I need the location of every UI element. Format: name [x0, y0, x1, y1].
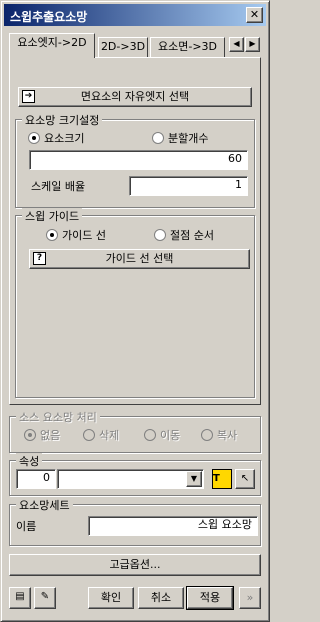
radio-unchecked-icon: [201, 429, 213, 441]
advanced-options-button[interactable]: 고급옵션...: [9, 554, 261, 576]
window-title: 스윕추출요소망: [10, 10, 88, 24]
tab-scroll-right[interactable]: ▶: [245, 37, 260, 52]
mesh-set-group-title: 요소망세트: [16, 497, 73, 513]
property-group: 속성 0 ▼ T ↖: [9, 453, 261, 496]
radio-unchecked-icon: [83, 429, 95, 441]
option-division-count[interactable]: 분할개수: [152, 132, 208, 146]
ok-button[interactable]: 확인: [88, 587, 134, 609]
option-source-delete-label: 삭제: [99, 429, 120, 442]
option-guide-line[interactable]: 가이드 선: [46, 229, 106, 243]
radio-unchecked-icon: [144, 429, 156, 441]
radio-checked-icon: [28, 132, 40, 144]
tab-label: 요소면->3D: [157, 40, 217, 53]
arrow-select-icon: ➔: [22, 90, 35, 103]
mesh-set-name-input[interactable]: 스윕 요소망: [88, 516, 258, 536]
option-source-copy[interactable]: 복사: [201, 429, 237, 443]
sweep-guide-group: 스윕 가이드 가이드 선 절점 순서 ? 가이드 선 선택: [15, 208, 255, 398]
radio-unchecked-icon: [154, 229, 166, 241]
select-free-edge-button[interactable]: ➔ 면요소의 자유엣지 선택: [18, 87, 252, 107]
tab-label: 2D->3D: [100, 40, 146, 53]
option-node-order-label: 절점 순서: [170, 229, 214, 242]
tab-scroll-left[interactable]: ◀: [229, 37, 244, 52]
element-size-input[interactable]: 60: [29, 150, 248, 170]
select-free-edge-label: 면요소의 자유엣지 선택: [80, 90, 190, 103]
property-pick-button[interactable]: ↖: [235, 469, 255, 489]
title-bar[interactable]: 스윕추출요소망 ✕: [4, 4, 266, 26]
property-number-input[interactable]: 0: [16, 469, 56, 489]
property-table-button[interactable]: T: [212, 469, 232, 489]
tab-strip: 요소엣지->2D 2D->3D 요소면->3D ◀ ▶: [9, 33, 261, 58]
option-source-move[interactable]: 이동: [144, 429, 180, 443]
mesh-set-group: 요소망세트 이름 스윕 요소망: [9, 497, 261, 546]
tab-element-face-3d[interactable]: 요소면->3D: [150, 37, 225, 57]
expand-button[interactable]: »: [239, 587, 261, 609]
triangle-left-icon: ◀: [233, 39, 240, 48]
double-chevron-right-icon: »: [246, 591, 254, 604]
select-guide-line-button[interactable]: ? 가이드 선 선택: [29, 249, 250, 269]
ok-label: 확인: [100, 591, 122, 604]
export-icon: ▤: [15, 591, 25, 602]
apply-label: 적용: [199, 591, 221, 604]
eraser-button[interactable]: ✎: [34, 587, 56, 609]
option-source-copy-label: 복사: [217, 429, 238, 442]
tab-element-edge-2d[interactable]: 요소엣지->2D: [9, 33, 95, 58]
cancel-label: 취소: [150, 591, 172, 604]
radio-checked-icon: [46, 229, 58, 241]
source-mesh-group: 소스 요소망 처리 없음 삭제 이동 복사: [9, 409, 261, 453]
apply-button[interactable]: 적용: [186, 586, 234, 610]
triangle-right-icon: ▶: [249, 39, 256, 48]
export-button[interactable]: ▤: [9, 587, 31, 609]
radio-checked-icon: [24, 429, 36, 441]
eraser-icon: ✎: [40, 591, 50, 602]
scale-label: 스케일 배율: [31, 180, 86, 193]
mesh-size-group-title: 요소망 크기설정: [22, 112, 103, 128]
option-source-none-label: 없음: [40, 429, 61, 442]
cursor-arrow-icon: ↖: [240, 473, 250, 484]
property-combo[interactable]: ▼: [57, 469, 204, 489]
dialog-window: 스윕추출요소망 ✕ 요소엣지->2D 2D->3D 요소면->3D ◀ ▶ ➔ …: [0, 0, 270, 622]
option-division-count-label: 분할개수: [168, 132, 209, 145]
close-icon: ✕: [249, 8, 260, 21]
question-icon: ?: [33, 252, 46, 265]
option-source-move-label: 이동: [160, 429, 181, 442]
advanced-options-label: 고급옵션...: [109, 558, 161, 571]
sweep-guide-group-title: 스윕 가이드: [22, 208, 83, 224]
option-guide-line-label: 가이드 선: [62, 229, 106, 242]
tab-panel: ➔ 면요소의 자유엣지 선택 요소망 크기설정 요소크기 분할개수 60 스케일…: [9, 57, 261, 405]
option-node-order[interactable]: 절점 순서: [154, 229, 214, 243]
combo-dropdown-button[interactable]: ▼: [186, 471, 202, 487]
scale-input[interactable]: 1: [129, 176, 248, 196]
tab-2d-3d[interactable]: 2D->3D: [98, 37, 148, 57]
t-icon: T: [213, 473, 220, 484]
source-mesh-group-title: 소스 요소망 처리: [16, 409, 100, 425]
tab-label: 요소엣지->2D: [17, 36, 87, 49]
cancel-button[interactable]: 취소: [138, 587, 184, 609]
option-source-delete[interactable]: 삭제: [83, 429, 119, 443]
option-element-size[interactable]: 요소크기: [28, 132, 84, 146]
mesh-set-name-label: 이름: [16, 520, 37, 533]
close-button[interactable]: ✕: [246, 7, 263, 23]
option-source-none[interactable]: 없음: [24, 429, 60, 443]
option-element-size-label: 요소크기: [44, 132, 85, 145]
chevron-down-icon: ▼: [190, 474, 198, 483]
mesh-size-group: 요소망 크기설정 요소크기 분할개수 60 스케일 배율 1: [15, 112, 255, 208]
select-guide-line-label: 가이드 선 선택: [105, 252, 174, 265]
radio-unchecked-icon: [152, 132, 164, 144]
property-group-title: 속성: [16, 453, 43, 469]
